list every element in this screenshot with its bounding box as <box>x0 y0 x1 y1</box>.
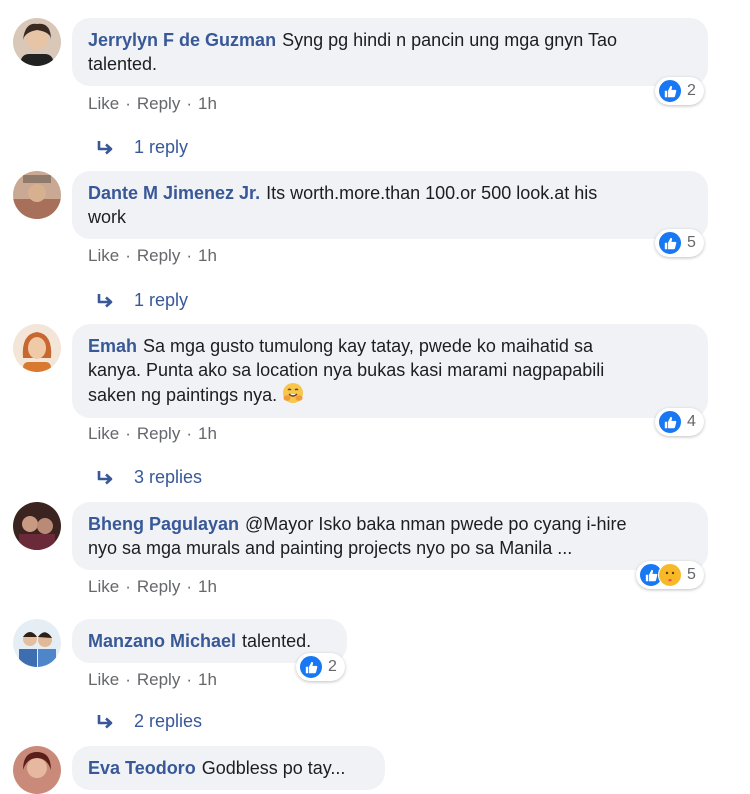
comment-text: talented. <box>242 631 312 651</box>
avatar[interactable] <box>13 502 61 550</box>
comment-author[interactable]: Eva Teodoro <box>88 758 196 778</box>
avatar[interactable] <box>13 171 61 219</box>
comment-author[interactable]: Manzano Michael <box>88 631 236 651</box>
comment-actions: Like · Reply · 1h <box>88 577 217 596</box>
reply-link[interactable]: Reply <box>137 670 180 689</box>
avatar[interactable] <box>13 619 61 667</box>
like-reaction-icon <box>658 231 682 255</box>
like-link[interactable]: Like <box>88 424 119 443</box>
comment-text: saken ng paintings nya. <box>88 385 278 405</box>
comment-bubble: Dante M Jimenez Jr. Its worth.more.than 1… <box>72 171 708 239</box>
comment-author[interactable]: Bheng Pagulayan <box>88 514 239 534</box>
avatar[interactable] <box>13 746 61 794</box>
comment-bubble: Jerrylyn F de Guzman Syng pg hindi n panc… <box>72 18 708 86</box>
view-replies-link[interactable]: 2 replies <box>96 711 202 732</box>
comment-author[interactable]: Dante M Jimenez Jr. <box>88 183 260 203</box>
reaction-count: 5 <box>687 234 696 251</box>
comment-timestamp[interactable]: 1h <box>198 424 217 443</box>
reactions-badge[interactable]: 5 <box>636 561 704 589</box>
comment-actions: Like · Reply · 1h <box>88 94 217 113</box>
reply-link[interactable]: Reply <box>137 577 180 596</box>
like-link[interactable]: Like <box>88 577 119 596</box>
comment-actions: Like · Reply · 1h <box>88 670 217 689</box>
reply-arrow-icon <box>97 714 113 728</box>
comment-timestamp[interactable]: 1h <box>198 670 217 689</box>
reply-link[interactable]: Reply <box>137 246 180 265</box>
like-reaction-icon <box>658 410 682 434</box>
comment-timestamp[interactable]: 1h <box>198 577 217 596</box>
reply-arrow-icon <box>97 293 113 307</box>
replies-count-label[interactable]: 1 reply <box>134 137 188 158</box>
comment-author[interactable]: Jerrylyn F de Guzman <box>88 30 276 50</box>
comment-timestamp[interactable]: 1h <box>198 94 217 113</box>
reaction-count: 5 <box>687 566 696 583</box>
comment-text: @Mayor Isko baka nman pwede po cyang i-h… <box>245 514 627 534</box>
care-reaction-icon <box>658 563 682 587</box>
comment-bubble: Bheng Pagulayan @Mayor Isko baka nman pwe… <box>72 502 708 570</box>
reply-link[interactable]: Reply <box>137 424 180 443</box>
like-reaction-icon <box>658 79 682 103</box>
reactions-badge[interactable]: 2 <box>655 77 704 105</box>
avatar[interactable] <box>13 324 61 372</box>
avatar[interactable] <box>13 18 61 66</box>
view-replies-link[interactable]: 1 reply <box>96 137 188 158</box>
replies-count-label[interactable]: 1 reply <box>134 290 188 311</box>
comment-text: Godbless po tay... <box>201 758 346 778</box>
like-reaction-icon <box>299 655 323 679</box>
comment-text: Syng pg hindi n pancin ung mga gnyn Tao <box>282 30 617 50</box>
view-replies-link[interactable]: 1 reply <box>96 290 188 311</box>
like-link[interactable]: Like <box>88 670 119 689</box>
comment-timestamp[interactable]: 1h <box>198 246 217 265</box>
comment-bubble: Emah Sa mga gusto tumulong kay tatay, pwe… <box>72 324 708 418</box>
replies-count-label[interactable]: 3 replies <box>134 467 202 488</box>
comment-text: Sa mga gusto tumulong kay tatay, pwede k… <box>143 336 593 356</box>
reactions-badge[interactable]: 5 <box>655 229 704 257</box>
comment-text: nyo sa mga murals and painting projects … <box>88 538 573 558</box>
reply-link[interactable]: Reply <box>137 94 180 113</box>
reply-arrow-icon <box>97 470 113 484</box>
comment-actions: Like · Reply · 1h <box>88 246 217 265</box>
comment-text: talented. <box>88 54 158 74</box>
like-link[interactable]: Like <box>88 246 119 265</box>
reactions-badge[interactable]: 2 <box>296 653 345 681</box>
reaction-count: 2 <box>687 82 696 99</box>
comment-text: kanya. Punta ako sa location nya bukas k… <box>88 360 605 380</box>
reactions-badge[interactable]: 4 <box>655 408 704 436</box>
like-link[interactable]: Like <box>88 94 119 113</box>
comment-text: work <box>88 207 127 227</box>
comment-text: Its worth.more.than 100.or 500 look.at h… <box>266 183 598 203</box>
replies-count-label[interactable]: 2 replies <box>134 711 202 732</box>
comment-author[interactable]: Emah <box>88 336 137 356</box>
reaction-count: 2 <box>328 658 337 675</box>
hugging-face-emoji-icon <box>282 382 304 410</box>
reaction-count: 4 <box>687 413 696 430</box>
reply-arrow-icon <box>97 140 113 154</box>
view-replies-link[interactable]: 3 replies <box>96 467 202 488</box>
comment-bubble: Eva Teodoro Godbless po tay... <box>72 746 385 790</box>
comment-actions: Like · Reply · 1h <box>88 424 217 443</box>
